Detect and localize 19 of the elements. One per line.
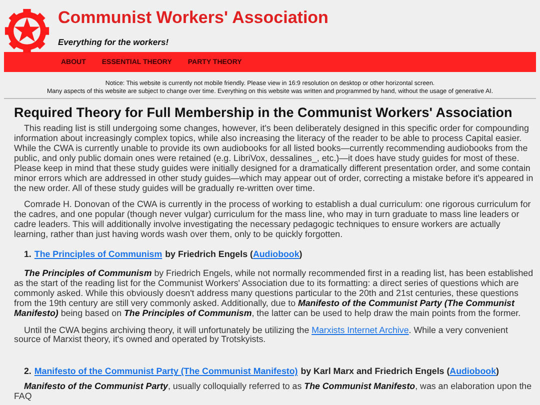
page-heading: Required Theory for Full Membership in the Communist Workers' Association [14, 108, 514, 118]
audiobook-link[interactable]: Audiobook [252, 249, 300, 260]
list-number: 2. [24, 366, 32, 376]
paren-text: ) [299, 249, 302, 260]
paragraph: The Principles of Communism by Friedrich Engels, while not normally recommended first in a reading list, has been established as the start of the reading list for the Communist Workers' Association due to its formatting: a direct series of questions which are commonly asked. While this obviously doesn't address many questions particular to the 20th and 21st centuries, these questions from the 19th century are still very commonly asked. Additionally, due to Manifesto of the Communist Party (The Communist Manifesto) being based on The Principles of Communism, the latter can be used to help draw the main points from the former. [14, 268, 534, 318]
book-link[interactable]: Manifesto of the Communist Party (The Communist Manifesto) [34, 366, 298, 376]
site-title: Communist Workers' Association [58, 8, 328, 28]
audiobook-link[interactable]: Audiobook [450, 366, 496, 376]
author-text: by Karl Marx and Friedrich Engels ( [300, 366, 450, 376]
paren-text: ) [496, 366, 499, 376]
book-link[interactable]: The Principles of Communism [34, 249, 162, 260]
archive-link[interactable]: Marxists Internet Archive [312, 324, 409, 334]
paragraph: Until the CWA begins archiving theory, it will unfortunately be utilizing the Marxists Internet Archive. While a very convenient source of Marxist theory, it's owned and operated by Trotskyists. [14, 326, 509, 346]
paragraph: Comrade H. Donovan of the CWA is currently in the process of working to establish a dual curriculum: one rigorous curriculum for the cadres, and one popular (though never vulgar) curriculum for the mass line, who may in turn graduate to mass line leaders or cadre leaders. This will additionally involve investigating the necessary pedagogic techniques to ensure workers are actually learning, rather than just having words wash over them, only to be quickly forgotten. [14, 200, 532, 240]
paragraph: This reading list is still undergoing some changes, however, it's been deliberately designed in this specific order for compounding information about increasingly complex topics, while also increasing the literacy of the reader to be able to process Capital easier. While the CWA is currently unable to provide its own audiobooks for all listed books—currently recommending audiobooks from the public, and only public domain ones were retained (e.g. LibriVox, dessalines_, etc.)—it does have study guides for most of these. Please keep in mind that these study guides were initially designed for a dramatically different presentation order, and some contain minor errors which are addressed in other study guides—which may appear out of order, correcting a mistake before it's appeared in the new order. All of these study guides will be gradually re-written over time. [14, 124, 534, 194]
author-text: by Friedrich Engels ( [165, 249, 253, 260]
paragraph: Manifesto of the Communist Party, usually colloquially referred to as The Communist Manifesto, was an elaboration upon the FAQ [14, 382, 533, 402]
tagline: Everything for the workers! [58, 37, 170, 47]
list-number: 1. [24, 249, 32, 260]
